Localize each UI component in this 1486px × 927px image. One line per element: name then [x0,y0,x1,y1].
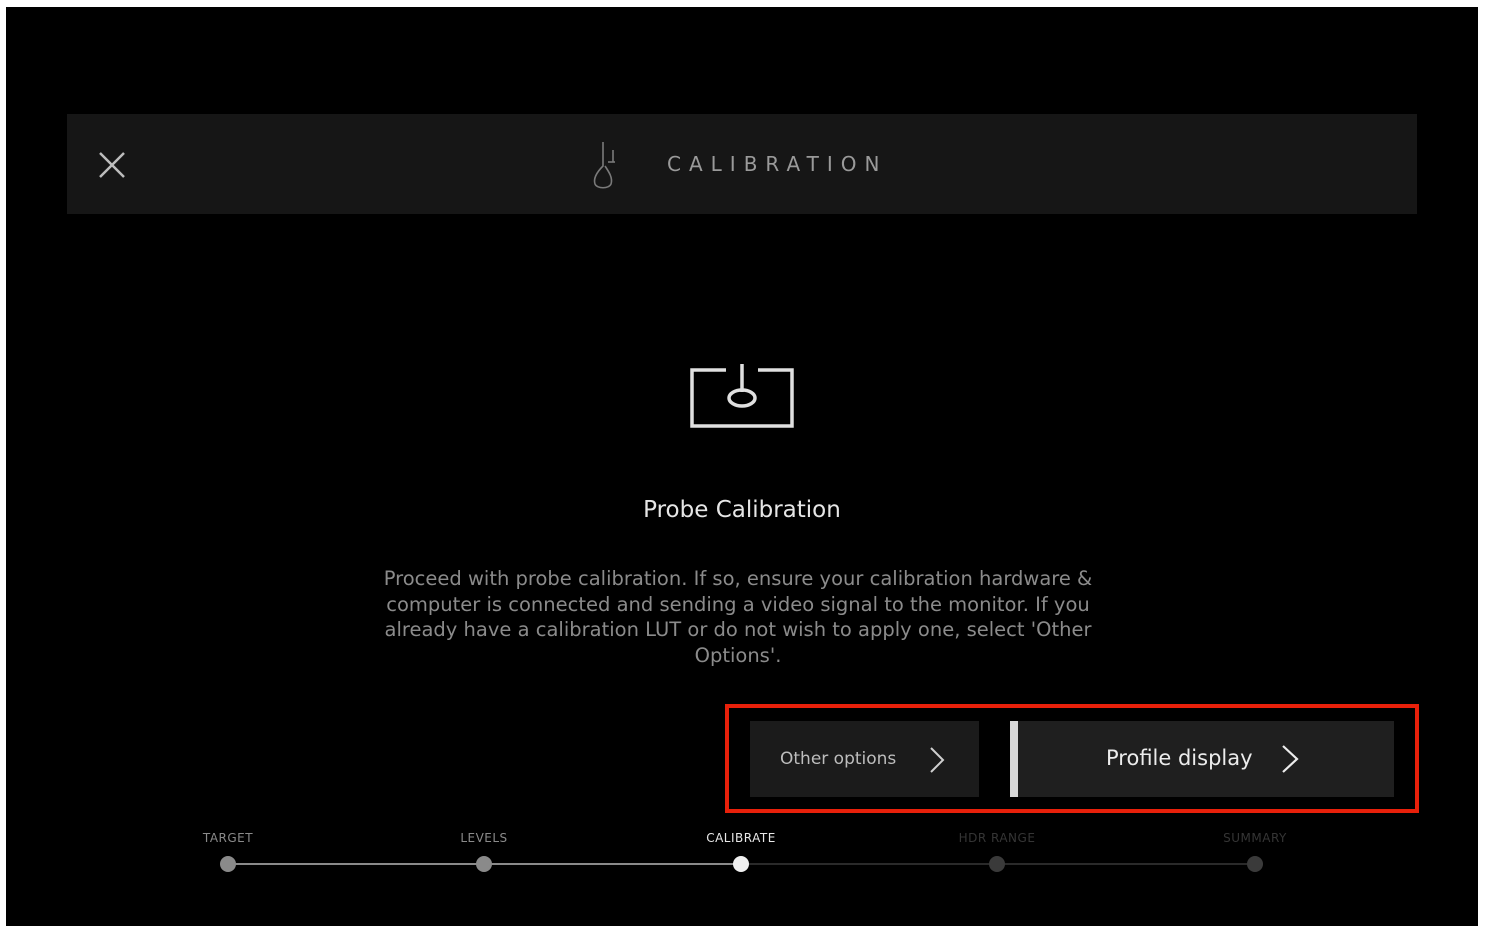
step-label: HDR RANGE [958,831,1036,845]
step-calibrate[interactable]: CALIBRATE [641,829,841,872]
step-label: SUMMARY [1223,831,1287,845]
description-text: Proceed with probe calibration. If so, e… [383,567,1093,667]
probe-on-screen-icon [688,362,796,432]
step-label: TARGET [202,831,254,845]
step-dot [733,856,749,872]
step-label: CALIBRATE [706,831,776,845]
step-dot [220,856,236,872]
step-label: LEVELS [460,831,508,845]
step-dot [1247,856,1263,872]
calibration-screen: CALIBRATION Probe Calibration Proceed wi… [6,7,1478,926]
step-levels[interactable]: LEVELS [384,829,584,872]
step-dot [476,856,492,872]
step-dot [989,856,1005,872]
close-button[interactable] [97,150,127,180]
progress-stepper: TARGET LEVELS CALIBRATE HDR RANGE SUMMAR… [6,829,1478,879]
selection-accent-bar [1010,721,1018,797]
other-options-button[interactable]: Other options [750,721,979,797]
close-icon[interactable] [97,150,127,180]
profile-display-label: Profile display [1106,746,1253,770]
other-options-label: Other options [780,749,897,769]
step-target[interactable]: TARGET [128,829,328,872]
step-summary: SUMMARY [1155,829,1355,872]
chevron-right-icon [930,747,945,773]
header-bar: CALIBRATION [67,114,1417,214]
header-title: CALIBRATION [667,152,888,176]
page-title: Probe Calibration [643,497,841,523]
probe-drop-icon [589,140,623,192]
profile-display-button[interactable]: Profile display [1010,721,1394,797]
step-hdr-range: HDR RANGE [897,829,1097,872]
chevron-right-icon [1282,745,1299,773]
